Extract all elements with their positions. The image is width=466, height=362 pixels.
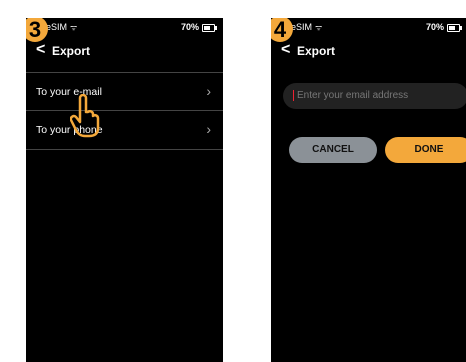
carrier-label: eSIM ᯤ bbox=[291, 22, 323, 32]
status-bar: eSIM ᯤ 70% bbox=[26, 18, 223, 36]
email-placeholder: Enter your email address bbox=[297, 90, 409, 101]
text-caret bbox=[293, 89, 294, 101]
phone-screen-step-4: 4 eSIM ᯤ 70% < Export Enter your email ad… bbox=[271, 18, 466, 362]
page-title: Export bbox=[52, 44, 91, 58]
chevron-right-icon: › bbox=[206, 83, 211, 99]
page-title: Export bbox=[297, 44, 336, 58]
hand-pointer-icon bbox=[70, 94, 100, 138]
email-input[interactable]: Enter your email address bbox=[283, 83, 466, 109]
export-to-phone-item[interactable]: To your phone › bbox=[26, 110, 223, 150]
battery-status: 70% bbox=[426, 18, 462, 36]
battery-status: 70% bbox=[181, 18, 217, 36]
status-bar: eSIM ᯤ 70% bbox=[271, 18, 466, 36]
wifi-icon: ᯤ bbox=[70, 23, 78, 32]
back-chevron-icon[interactable]: < bbox=[281, 41, 290, 59]
battery-icon bbox=[447, 23, 462, 32]
done-button[interactable]: DONE bbox=[385, 137, 466, 163]
export-to-email-item[interactable]: To your e-mail › bbox=[26, 72, 223, 111]
wifi-icon: ᯤ bbox=[315, 23, 323, 32]
cancel-button[interactable]: CANCEL bbox=[289, 137, 377, 163]
battery-icon bbox=[202, 23, 217, 32]
carrier-label: eSIM ᯤ bbox=[46, 22, 78, 32]
back-chevron-icon[interactable]: < bbox=[36, 41, 45, 59]
chevron-right-icon: › bbox=[206, 121, 211, 137]
phone-screen-step-3: 3 eSIM ᯤ 70% < Export To your e-mail › To… bbox=[26, 18, 223, 362]
header: < Export bbox=[26, 38, 223, 66]
header: < Export bbox=[271, 38, 466, 66]
